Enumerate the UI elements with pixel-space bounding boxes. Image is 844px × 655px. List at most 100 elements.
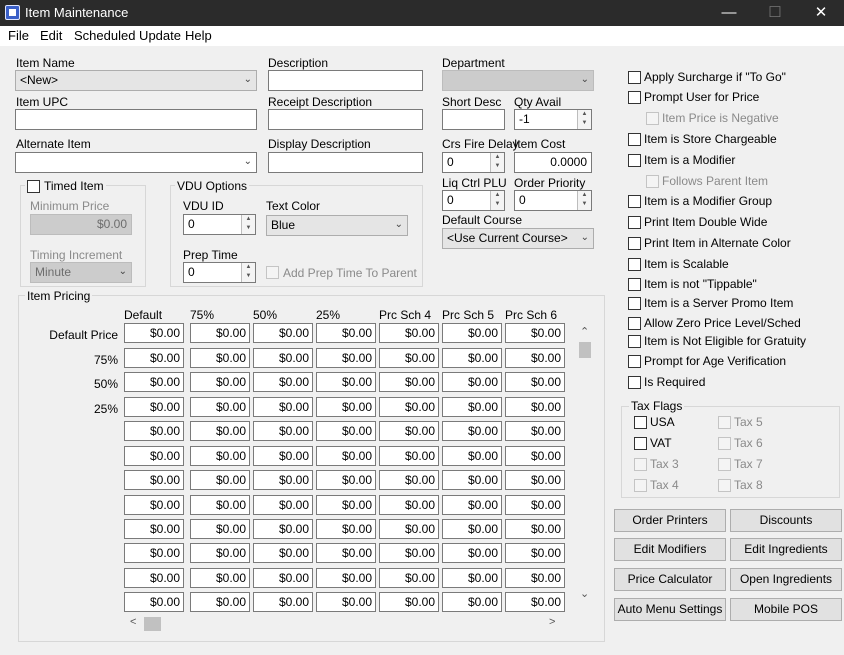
option-checkbox[interactable]	[628, 195, 641, 208]
price-cell[interactable]: $0.00	[505, 323, 565, 343]
price-cell[interactable]: $0.00	[379, 397, 439, 417]
price-cell[interactable]: $0.00	[124, 372, 184, 392]
price-cell[interactable]: $0.00	[253, 592, 313, 612]
price-cell[interactable]: $0.00	[190, 348, 250, 368]
price-cell[interactable]: $0.00	[442, 568, 502, 588]
price-cell[interactable]: $0.00	[442, 543, 502, 563]
price-cell[interactable]: $0.00	[316, 323, 376, 343]
price-cell[interactable]: $0.00	[253, 470, 313, 490]
price-cell[interactable]: $0.00	[190, 372, 250, 392]
price-cell[interactable]: $0.00	[124, 446, 184, 466]
option-checkbox[interactable]	[628, 133, 641, 146]
option-checkbox[interactable]	[628, 154, 641, 167]
price-cell[interactable]: $0.00	[505, 470, 565, 490]
price-cell[interactable]: $0.00	[316, 397, 376, 417]
add-prep-time-checkbox[interactable]	[266, 266, 279, 279]
price-cell[interactable]: $0.00	[124, 323, 184, 343]
option-checkbox[interactable]	[628, 335, 641, 348]
menu-file[interactable]: File	[8, 28, 29, 43]
price-cell[interactable]: $0.00	[505, 446, 565, 466]
spinner-icon[interactable]: ▲ ▼	[490, 191, 504, 210]
price-cell[interactable]: $0.00	[124, 421, 184, 441]
price-cell[interactable]: $0.00	[190, 397, 250, 417]
price-cell[interactable]: $0.00	[442, 323, 502, 343]
scroll-left-icon[interactable]: <	[130, 616, 136, 628]
liq-ctrl-plu-input[interactable]: 0 ▲ ▼	[442, 190, 505, 211]
action-button[interactable]: Order Printers	[614, 509, 726, 532]
action-button[interactable]: Discounts	[730, 509, 842, 532]
description-input[interactable]	[268, 70, 423, 91]
price-cell[interactable]: $0.00	[379, 495, 439, 515]
option-checkbox[interactable]	[628, 297, 641, 310]
price-cell[interactable]: $0.00	[316, 519, 376, 539]
qty-avail-input[interactable]: -1 ▲ ▼	[514, 109, 592, 130]
menu-scheduled-update[interactable]: Scheduled Update	[74, 28, 181, 43]
price-cell[interactable]: $0.00	[190, 421, 250, 441]
tax-checkbox[interactable]	[718, 458, 731, 471]
price-cell[interactable]: $0.00	[505, 372, 565, 392]
tax-checkbox[interactable]	[718, 479, 731, 492]
order-priority-input[interactable]: 0 ▲ ▼	[514, 190, 592, 211]
tax-checkbox[interactable]	[718, 416, 731, 429]
close-button[interactable]: ✕	[798, 0, 844, 26]
price-cell[interactable]: $0.00	[190, 495, 250, 515]
receipt-description-input[interactable]	[268, 109, 423, 130]
price-cell[interactable]: $0.00	[379, 348, 439, 368]
spinner-icon[interactable]: ▲ ▼	[241, 263, 255, 282]
price-cell[interactable]: $0.00	[379, 470, 439, 490]
prep-time-input[interactable]: 0 ▲ ▼	[183, 262, 256, 283]
price-cell[interactable]: $0.00	[379, 372, 439, 392]
action-button[interactable]: Auto Menu Settings	[614, 598, 726, 621]
price-cell[interactable]: $0.00	[505, 568, 565, 588]
action-button[interactable]: Edit Ingredients	[730, 538, 842, 561]
horizontal-scrollbar[interactable]: < >	[130, 616, 560, 632]
price-cell[interactable]: $0.00	[253, 446, 313, 466]
price-cell[interactable]: $0.00	[316, 592, 376, 612]
timing-increment-select[interactable]: Minute ⌄	[30, 262, 132, 283]
spinner-icon[interactable]: ▲ ▼	[241, 215, 255, 234]
action-button[interactable]: Price Calculator	[614, 568, 726, 591]
scroll-thumb[interactable]	[579, 342, 591, 358]
price-cell[interactable]: $0.00	[442, 446, 502, 466]
price-cell[interactable]: $0.00	[505, 421, 565, 441]
price-cell[interactable]: $0.00	[253, 323, 313, 343]
price-cell[interactable]: $0.00	[190, 543, 250, 563]
option-checkbox[interactable]	[628, 237, 641, 250]
price-cell[interactable]: $0.00	[190, 519, 250, 539]
price-cell[interactable]: $0.00	[124, 470, 184, 490]
tax-checkbox[interactable]	[718, 437, 731, 450]
price-cell[interactable]: $0.00	[442, 372, 502, 392]
scroll-right-icon[interactable]: >	[549, 616, 555, 628]
default-course-select[interactable]: <Use Current Course> ⌄	[442, 228, 594, 249]
price-cell[interactable]: $0.00	[253, 543, 313, 563]
option-checkbox[interactable]	[628, 258, 641, 271]
vdu-id-input[interactable]: 0 ▲ ▼	[183, 214, 256, 235]
price-cell[interactable]: $0.00	[379, 568, 439, 588]
price-cell[interactable]: $0.00	[253, 495, 313, 515]
price-cell[interactable]: $0.00	[253, 348, 313, 368]
spinner-icon[interactable]: ▲ ▼	[577, 191, 591, 210]
price-cell[interactable]: $0.00	[124, 397, 184, 417]
price-cell[interactable]: $0.00	[316, 348, 376, 368]
price-cell[interactable]: $0.00	[316, 495, 376, 515]
item-upc-input[interactable]	[15, 109, 257, 130]
price-cell[interactable]: $0.00	[379, 592, 439, 612]
price-cell[interactable]: $0.00	[379, 543, 439, 563]
price-cell[interactable]: $0.00	[253, 397, 313, 417]
price-cell[interactable]: $0.00	[124, 543, 184, 563]
option-checkbox[interactable]	[628, 355, 641, 368]
price-cell[interactable]: $0.00	[442, 519, 502, 539]
minimize-button[interactable]: —	[706, 0, 752, 26]
option-checkbox[interactable]	[628, 71, 641, 84]
price-cell[interactable]: $0.00	[253, 568, 313, 588]
action-button[interactable]: Open Ingredients	[730, 568, 842, 591]
price-cell[interactable]: $0.00	[379, 446, 439, 466]
display-description-input[interactable]	[268, 152, 423, 173]
price-cell[interactable]: $0.00	[505, 543, 565, 563]
item-name-select[interactable]: <New> ⌄	[15, 70, 257, 91]
price-cell[interactable]: $0.00	[124, 592, 184, 612]
price-cell[interactable]: $0.00	[124, 348, 184, 368]
price-cell[interactable]: $0.00	[316, 470, 376, 490]
option-checkbox[interactable]	[628, 91, 641, 104]
price-cell[interactable]: $0.00	[190, 592, 250, 612]
